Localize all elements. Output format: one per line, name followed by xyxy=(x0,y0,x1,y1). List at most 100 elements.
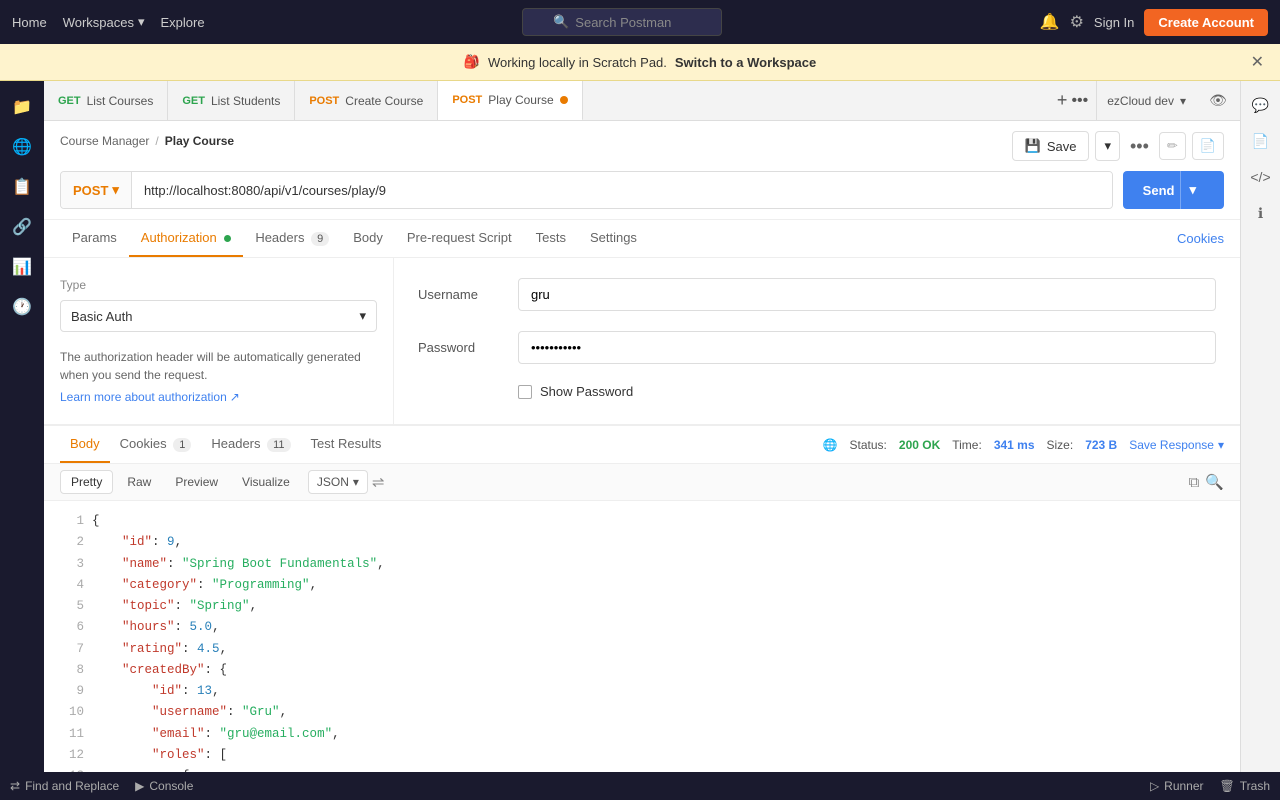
fmt-tab-raw[interactable]: Raw xyxy=(117,471,161,493)
resp-tab-test-results[interactable]: Test Results xyxy=(301,426,392,463)
rs-icon-info[interactable]: ℹ xyxy=(1245,197,1277,229)
req-tab-headers[interactable]: Headers 9 xyxy=(243,220,341,257)
format-select[interactable]: JSON ▾ xyxy=(308,470,368,494)
tab-overflow-button[interactable]: ••• xyxy=(1071,92,1088,110)
json-viewer: 1{ 2 "id": 9, 3 "name": "Spring Boot Fun… xyxy=(44,501,1240,772)
banner-icon: 🎒 xyxy=(464,54,480,70)
nav-home[interactable]: Home xyxy=(12,15,47,30)
tab-method-post: POST xyxy=(309,95,339,107)
tab-name: Create Course xyxy=(345,94,423,108)
show-password-checkbox[interactable] xyxy=(518,385,532,399)
rs-icon-comments[interactable]: 💬 xyxy=(1245,89,1277,121)
fmt-tab-preview[interactable]: Preview xyxy=(165,471,228,493)
sidebar-icon-monitor[interactable]: 📊 xyxy=(4,249,40,285)
bottom-trash[interactable]: 🗑 Trash xyxy=(1220,779,1270,793)
settings-icon[interactable]: ⚙ xyxy=(1070,12,1084,32)
req-tab-body[interactable]: Body xyxy=(341,220,395,257)
learn-more-link[interactable]: Learn more about authorization ↗ xyxy=(60,390,377,404)
banner-close-button[interactable]: ✕ xyxy=(1251,52,1264,72)
fmt-tab-pretty[interactable]: Pretty xyxy=(60,470,113,494)
password-input[interactable] xyxy=(518,331,1216,364)
external-link-icon: ↗ xyxy=(230,390,240,404)
search-json-button[interactable]: 🔍 xyxy=(1205,473,1224,491)
auth-active-dot xyxy=(224,235,231,242)
chevron-down-icon: ▾ xyxy=(1180,94,1186,108)
chevron-down-icon: ▾ xyxy=(112,182,119,198)
cookies-link[interactable]: Cookies xyxy=(1177,231,1224,246)
notifications-icon[interactable]: 🔔 xyxy=(1040,12,1060,32)
workspace-selector[interactable]: ezCloud dev ▾ xyxy=(1096,81,1196,121)
banner-switch-link[interactable]: Switch to a Workspace xyxy=(675,55,816,70)
req-tab-params[interactable]: Params xyxy=(60,220,129,257)
tab-list-students[interactable]: GET List Students xyxy=(168,81,295,121)
resp-tab-body[interactable]: Body xyxy=(60,426,110,463)
json-line-10: 10 "username": "Gru", xyxy=(60,702,1224,723)
url-input[interactable] xyxy=(132,172,1112,208)
create-account-button[interactable]: Create Account xyxy=(1144,9,1268,36)
bottom-console[interactable]: ▶ Console xyxy=(135,779,193,793)
bottom-runner[interactable]: ▷ Runner xyxy=(1150,779,1204,793)
req-tab-settings[interactable]: Settings xyxy=(578,220,649,257)
send-dropdown-arrow[interactable]: ▾ xyxy=(1180,171,1204,209)
right-sidebar: 💬 📄 </> ℹ xyxy=(1240,81,1280,772)
auth-type-select[interactable]: Basic Auth ▾ xyxy=(60,300,377,332)
response-meta: 🌐 Status: 200 OK Time: 341 ms Size: 723 … xyxy=(823,438,1224,452)
banner-message-pre: Working locally in Scratch Pad. xyxy=(488,55,667,70)
topnav: Home Workspaces ▾ Explore 🔍 Search Postm… xyxy=(0,0,1280,44)
tab-actions: + ••• xyxy=(1049,90,1096,111)
rs-icon-code[interactable]: </> xyxy=(1245,161,1277,193)
rs-icon-docs[interactable]: 📄 xyxy=(1245,125,1277,157)
sidebar-icon-collections[interactable]: 📁 xyxy=(4,89,40,125)
search-input[interactable]: 🔍 Search Postman xyxy=(522,8,722,36)
resp-tab-cookies[interactable]: Cookies 1 xyxy=(110,426,202,463)
auth-description: The authorization header will be automat… xyxy=(60,348,377,384)
bottom-find-replace[interactable]: ⇄ Find and Replace xyxy=(10,779,119,793)
breadcrumb-parent[interactable]: Course Manager xyxy=(60,134,149,148)
method-select[interactable]: POST ▾ xyxy=(61,172,132,208)
sidebar-icon-environments[interactable]: 🌐 xyxy=(4,129,40,165)
more-options-button[interactable]: ••• xyxy=(1126,132,1153,161)
sidebar-icon-history[interactable]: 📋 xyxy=(4,169,40,205)
sidebar-icon-mock[interactable]: 🔗 xyxy=(4,209,40,245)
save-response-button[interactable]: Save Response ▾ xyxy=(1129,438,1224,452)
auth-left-panel: Type Basic Auth ▾ The authorization head… xyxy=(44,258,394,424)
tab-create-course[interactable]: POST Create Course xyxy=(295,81,438,121)
format-bar: Pretty Raw Preview Visualize JSON ▾ ⇌ ⧉ … xyxy=(44,464,1240,501)
response-area: Body Cookies 1 Headers 11 Test Results 🌐… xyxy=(44,425,1240,772)
nav-explore[interactable]: Explore xyxy=(161,15,205,30)
filter-icon-button[interactable]: ⇌ xyxy=(372,473,385,491)
status-value: 200 OK xyxy=(899,438,940,452)
username-label: Username xyxy=(418,287,518,302)
tab-list-courses[interactable]: GET List Courses xyxy=(44,81,168,121)
copy-icon-button[interactable]: ⧉ xyxy=(1189,473,1200,491)
add-tab-button[interactable]: + xyxy=(1057,90,1068,111)
request-area-header: Course Manager / Play Course 💾 Save ▾ ••… xyxy=(44,121,1240,220)
resp-tab-headers[interactable]: Headers 11 xyxy=(201,426,300,463)
find-replace-icon: ⇄ xyxy=(10,779,20,793)
json-line-3: 3 "name": "Spring Boot Fundamentals", xyxy=(60,554,1224,575)
json-line-12: 12 "roles": [ xyxy=(60,745,1224,766)
signin-button[interactable]: Sign In xyxy=(1094,15,1134,30)
req-tab-prerequest[interactable]: Pre-request Script xyxy=(395,220,524,257)
url-bar: POST ▾ xyxy=(60,171,1113,209)
view-toggle-icon[interactable]: 👁 xyxy=(1202,85,1234,117)
tab-unsaved-dot xyxy=(560,96,568,104)
docs-icon-button[interactable]: 📄 xyxy=(1192,132,1224,160)
username-row: Username xyxy=(418,278,1216,311)
json-line-2: 2 "id": 9, xyxy=(60,532,1224,553)
req-tab-tests[interactable]: Tests xyxy=(524,220,578,257)
tab-method-post: POST xyxy=(452,94,482,106)
show-password-row: Show Password xyxy=(518,384,1216,399)
chevron-down-icon: ▾ xyxy=(138,14,145,30)
sidebar-icon-flows[interactable]: 🕐 xyxy=(4,289,40,325)
edit-icon-button[interactable]: ✏ xyxy=(1159,132,1186,160)
nav-workspaces[interactable]: Workspaces ▾ xyxy=(63,14,145,30)
tab-play-course[interactable]: POST Play Course xyxy=(438,81,582,121)
save-dropdown-button[interactable]: ▾ xyxy=(1095,131,1120,161)
req-tab-authorization[interactable]: Authorization xyxy=(129,220,244,257)
save-button[interactable]: 💾 Save xyxy=(1012,131,1090,161)
username-input[interactable] xyxy=(518,278,1216,311)
fmt-tab-visualize[interactable]: Visualize xyxy=(232,471,300,493)
send-button[interactable]: Send ▾ xyxy=(1123,171,1224,209)
bottom-bar: ⇄ Find and Replace ▶ Console ▷ Runner 🗑 … xyxy=(0,772,1280,800)
